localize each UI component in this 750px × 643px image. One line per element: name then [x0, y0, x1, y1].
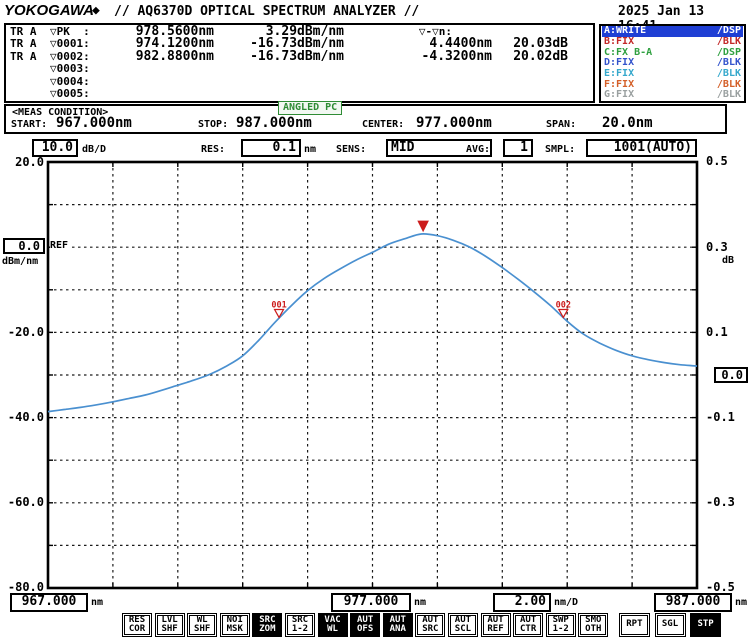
fkey-rpt[interactable]: RPT: [619, 613, 650, 637]
scale-per-div-box[interactable]: 2.00: [493, 593, 551, 612]
center-label: CENTER:: [362, 119, 404, 130]
marker-table: TR A ▽PK : 978.5600nm 3.29dBm/nm ▽-▽n: T…: [4, 23, 595, 103]
stop-label: STOP:: [198, 119, 228, 130]
brand-logo: YOKOGAWA: [4, 2, 94, 19]
fkey-smo-oth[interactable]: SMOOTH: [578, 613, 608, 637]
left-axis-tick: -20.0: [2, 326, 44, 338]
start-label: START:: [11, 119, 47, 130]
fkey-src-1-2[interactable]: SRC1-2: [285, 613, 315, 637]
title-bar: YOKOGAWA ◆ // AQ6370D OPTICAL SPECTRUM A…: [0, 0, 750, 21]
smpl-label: SMPL:: [545, 144, 575, 155]
marker-name: ▽0001:: [50, 38, 110, 50]
trace-label: G:FIX: [604, 90, 634, 101]
trace-id: TR A: [6, 38, 50, 50]
trace-mode: /BLK: [717, 90, 741, 101]
marker-row-0005: ▽0005:: [6, 88, 593, 100]
stop-wavelength-unit: nm: [735, 597, 747, 608]
left-axis-tick: 20.0: [2, 156, 44, 168]
trace-mode: /BLK: [717, 37, 741, 48]
page-title: // AQ6370D OPTICAL SPECTRUM ANALYZER //: [114, 4, 419, 19]
level-scale-unit: dB/D: [82, 144, 106, 155]
fkey-aut-ctr[interactable]: AUTCTR: [513, 613, 543, 637]
left-axis-tick: -80.0: [2, 581, 44, 593]
marker-row-0002: TR A ▽0002: 982.8800nm -16.73dBm/nm -4.3…: [6, 51, 593, 63]
meas-condition-panel: <MEAS CONDITION> ANGLED PC START: 967.00…: [4, 104, 727, 134]
marker-db: 20.02dB: [492, 51, 568, 63]
ref-line-label: REF: [50, 240, 69, 251]
right-axis-tick: -0.3: [706, 496, 748, 508]
stop-wavelength-box[interactable]: 987.000: [654, 593, 732, 612]
res-unit: nm: [304, 144, 316, 155]
right-axis-unit: dB: [722, 255, 734, 266]
trace-row-g[interactable]: G:FIX /BLK: [602, 90, 743, 101]
fkey-wl-shf[interactable]: WLSHF: [187, 613, 217, 637]
fkey-aut-ref[interactable]: AUTREF: [481, 613, 511, 637]
right-axis-tick: 0.3: [706, 241, 748, 253]
angled-pc-badge: ANGLED PC: [278, 101, 342, 115]
marker-delta: -4.3200nm: [344, 51, 492, 63]
marker-name: ▽0005:: [50, 88, 110, 100]
svg-text:001: 001: [271, 300, 286, 310]
start-wavelength-box[interactable]: 967.000: [10, 593, 88, 612]
marker-wavelength: 982.8800nm: [110, 51, 214, 63]
marker-row-0004: ▽0004:: [6, 76, 593, 88]
spectrum-plot-svg: 001 002: [0, 155, 750, 615]
right-axis-tick: 0.5: [706, 155, 748, 167]
center-value[interactable]: 977.000nm: [416, 115, 492, 131]
start-value[interactable]: 967.000nm: [56, 115, 132, 131]
trace-row-e[interactable]: E:FIX /BLK: [602, 69, 743, 80]
start-wavelength-unit: nm: [91, 597, 103, 608]
trace-row-b[interactable]: B:FIX /BLK: [602, 37, 743, 48]
trace-mode: /BLK: [717, 69, 741, 80]
scale-per-div-unit: nm/D: [554, 597, 578, 608]
function-key-row: RESCOR LVLSHF WLSHF NOIMSK SRCZOM SRC1-2…: [122, 613, 721, 637]
fkey-src-zom[interactable]: SRCZOM: [252, 613, 282, 637]
left-axis-unit: dBm/nm: [2, 256, 38, 267]
fkey-swp-1-2[interactable]: SWP1-2: [546, 613, 576, 637]
center-wavelength-unit: nm: [414, 597, 426, 608]
left-axis-tick: -40.0: [2, 411, 44, 423]
fkey-vac-wl[interactable]: VACWL: [318, 613, 348, 637]
fkey-res-cor[interactable]: RESCOR: [122, 613, 152, 637]
right-axis-tick: -0.1: [706, 411, 748, 423]
marker-name: ▽0003:: [50, 63, 110, 75]
stop-value[interactable]: 987.000nm: [236, 115, 312, 131]
right-axis-tick: 0.1: [706, 326, 748, 338]
fkey-lvl-shf[interactable]: LVLSHF: [155, 613, 185, 637]
fkey-stp[interactable]: STP: [690, 613, 721, 637]
trace-panel: A:WRITE /DSP B:FIX /BLK C:FX B-A /DSP D:…: [599, 24, 746, 103]
right-zero-box[interactable]: 0.0: [714, 367, 748, 383]
fkey-aut-src[interactable]: AUTSRC: [415, 613, 445, 637]
fkey-aut-scl[interactable]: AUTSCL: [448, 613, 478, 637]
fkey-sgl[interactable]: SGL: [655, 613, 686, 637]
sens-label: SENS:: [336, 144, 366, 155]
fkey-noi-msk[interactable]: NOIMSK: [220, 613, 250, 637]
fkey-aut-ana[interactable]: AUTANA: [383, 613, 413, 637]
span-label: SPAN:: [546, 119, 576, 130]
trace-label: B:FIX: [604, 37, 634, 48]
right-axis-tick: -0.5: [706, 581, 748, 593]
fkey-aut-ofs[interactable]: AUTOFS: [350, 613, 380, 637]
trace-label: E:FIX: [604, 69, 634, 80]
spectrum-plot: 001 002: [0, 155, 750, 615]
osa-screen: { "header": { "brand": "YOKOGAWA", "logo…: [0, 0, 750, 643]
marker-level: -16.73dBm/nm: [214, 51, 344, 63]
brand-diamond-icon: ◆: [92, 3, 100, 18]
ref-level-box[interactable]: 0.0: [3, 238, 45, 254]
trace-id: TR A: [6, 51, 50, 63]
avg-label: AVG:: [466, 144, 490, 155]
left-axis-tick: -60.0: [2, 496, 44, 508]
svg-text:002: 002: [556, 300, 571, 310]
marker-row-0003: ▽0003:: [6, 63, 593, 75]
center-wavelength-box[interactable]: 977.000: [331, 593, 411, 612]
res-label: RES:: [201, 144, 225, 155]
span-value[interactable]: 20.0nm: [602, 115, 653, 131]
